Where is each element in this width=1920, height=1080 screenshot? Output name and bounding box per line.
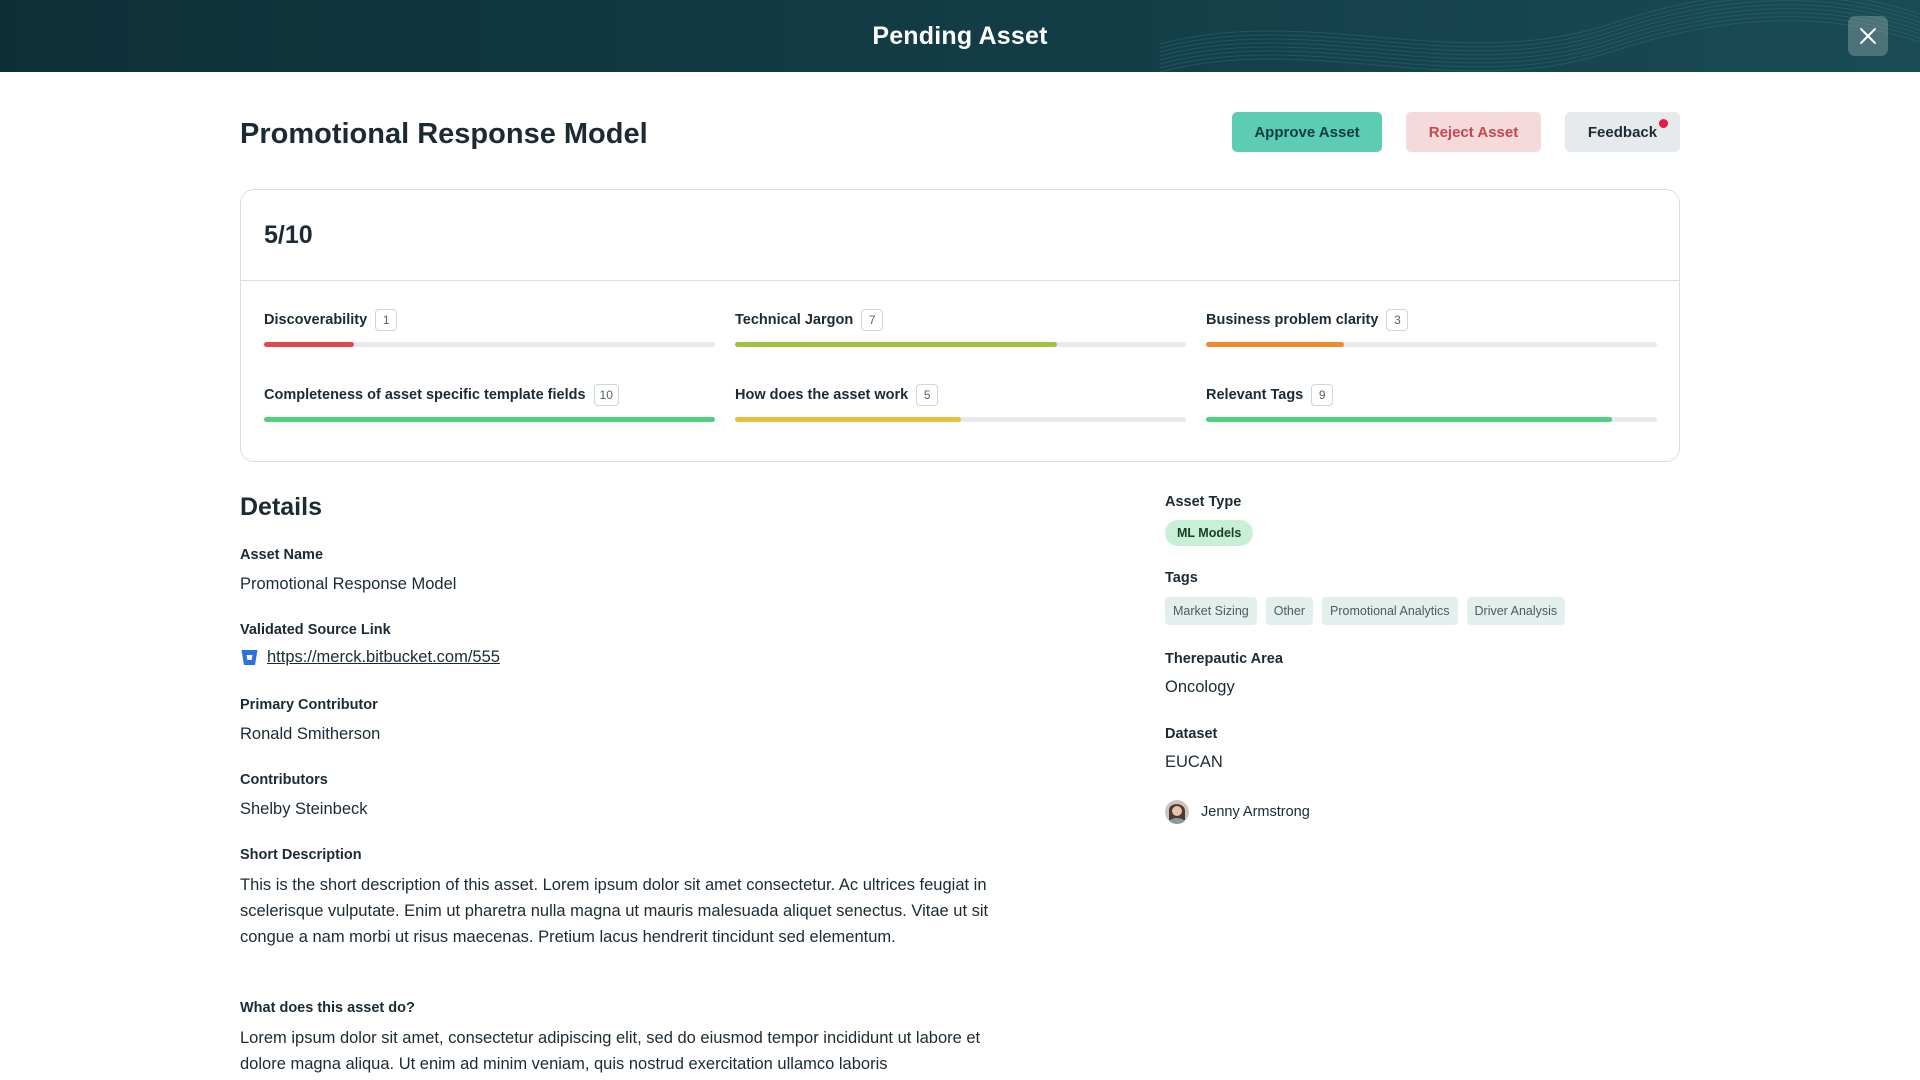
feedback-label: Feedback: [1587, 123, 1658, 141]
metric-item: How does the asset work 5: [735, 383, 1186, 422]
metric-item: Completeness of asset specific template …: [264, 383, 715, 422]
metric-label: Business problem clarity: [1206, 312, 1379, 328]
score-total: 5/10: [241, 190, 1679, 281]
metric-item: Business problem clarity 3: [1206, 308, 1657, 347]
metric-score-badge: 10: [593, 384, 619, 406]
metric-label-row: Discoverability 1: [264, 308, 715, 332]
therapeutic-area-value: Oncology: [1165, 678, 1235, 696]
metric-label: Completeness of asset specific template …: [264, 387, 586, 403]
metric-bar-track: [735, 342, 1186, 347]
action-buttons: Approve Asset Reject Asset Feedback: [1232, 112, 1680, 152]
short-description-text: This is the short description of this as…: [240, 876, 989, 946]
tags-label: Tags: [1165, 570, 1198, 586]
metric-item: Discoverability 1: [264, 308, 715, 347]
metric-bar-fill: [735, 417, 961, 422]
tag-chip[interactable]: Driver Analysis: [1466, 597, 1566, 625]
metric-bar-track: [264, 342, 715, 347]
therapeutic-area-label: Therepautic Area: [1165, 651, 1283, 667]
metric-label-row: Business problem clarity 3: [1206, 308, 1657, 332]
asset-type-pill: ML Models: [1165, 520, 1254, 546]
tag-list: Market Sizing Other Promotional Analytic…: [1165, 597, 1566, 625]
close-button[interactable]: [1848, 16, 1888, 56]
tag-chip[interactable]: Promotional Analytics: [1322, 597, 1458, 625]
bitbucket-icon: [241, 650, 258, 665]
contributors-value: Shelby Steinbeck: [240, 800, 368, 818]
person-row: Jenny Armstrong: [1165, 800, 1310, 824]
avatar[interactable]: [1165, 800, 1189, 824]
metric-label-row: Relevant Tags 9: [1206, 383, 1657, 407]
score-metrics: Discoverability 1 Technical Jargon 7 Bus…: [264, 308, 1657, 422]
short-description-label: Short Description: [240, 847, 362, 863]
metric-label-row: Technical Jargon 7: [735, 308, 1186, 332]
metric-label: Technical Jargon: [735, 312, 854, 328]
metric-label-row: How does the asset work 5: [735, 383, 1186, 407]
metric-bar-track: [264, 417, 715, 422]
metric-bar-fill: [1206, 342, 1344, 347]
source-link[interactable]: https://merck.bitbucket.com/555: [267, 648, 500, 667]
feedback-button[interactable]: Feedback: [1565, 112, 1680, 152]
metric-item: Relevant Tags 9: [1206, 383, 1657, 422]
details-heading: Details: [240, 493, 322, 521]
dataset-label: Dataset: [1165, 726, 1218, 742]
approve-asset-button[interactable]: Approve Asset: [1232, 112, 1382, 152]
what-does-label: What does this asset do?: [240, 1000, 415, 1016]
tag-chip[interactable]: Market Sizing: [1165, 597, 1257, 625]
metric-bar-fill: [264, 417, 715, 422]
source-link-label: Validated Source Link: [240, 622, 391, 638]
reject-asset-button[interactable]: Reject Asset: [1406, 112, 1541, 152]
metric-score-badge: 7: [861, 309, 884, 331]
asset-name-label: Asset Name: [240, 547, 324, 563]
metric-label: Discoverability: [264, 312, 368, 328]
metric-score-badge: 5: [916, 384, 939, 406]
source-link-row: https://merck.bitbucket.com/555: [240, 648, 500, 667]
metric-label: Relevant Tags: [1206, 387, 1304, 403]
metric-bar-fill: [735, 342, 1057, 347]
close-icon: [1860, 28, 1876, 44]
metric-bar-track: [1206, 417, 1657, 422]
avatar-image: [1165, 800, 1189, 824]
metric-score-badge: 9: [1311, 384, 1334, 406]
metric-item: Technical Jargon 7: [735, 308, 1186, 347]
primary-contributor-label: Primary Contributor: [240, 697, 378, 713]
tag-chip[interactable]: Other: [1265, 597, 1313, 625]
metric-bar-fill: [264, 342, 355, 347]
notification-dot: [1659, 119, 1668, 128]
metric-bar-track: [735, 417, 1186, 422]
primary-contributor-value: Ronald Smitherson: [240, 725, 381, 743]
metric-label: How does the asset work: [735, 387, 909, 403]
metric-score-badge: 1: [375, 309, 398, 331]
top-bar: Pending Asset: [0, 0, 1920, 72]
asset-type-label: Asset Type: [1165, 494, 1242, 510]
page-title: Pending Asset: [872, 22, 1048, 50]
asset-title: Promotional Response Model: [240, 118, 648, 150]
asset-name-value: Promotional Response Model: [240, 575, 457, 593]
dataset-value: EUCAN: [1165, 753, 1223, 771]
person-name: Jenny Armstrong: [1201, 804, 1310, 820]
what-does-text: Lorem ipsum dolor sit amet, consectetur …: [240, 1029, 981, 1073]
score-card: 5/10 Discoverability 1 Technical Jargon …: [240, 189, 1680, 462]
contributors-label: Contributors: [240, 772, 328, 788]
metric-bar-fill: [1206, 417, 1612, 422]
metric-score-badge: 3: [1386, 309, 1409, 331]
metric-bar-track: [1206, 342, 1657, 347]
metric-label-row: Completeness of asset specific template …: [264, 383, 715, 407]
